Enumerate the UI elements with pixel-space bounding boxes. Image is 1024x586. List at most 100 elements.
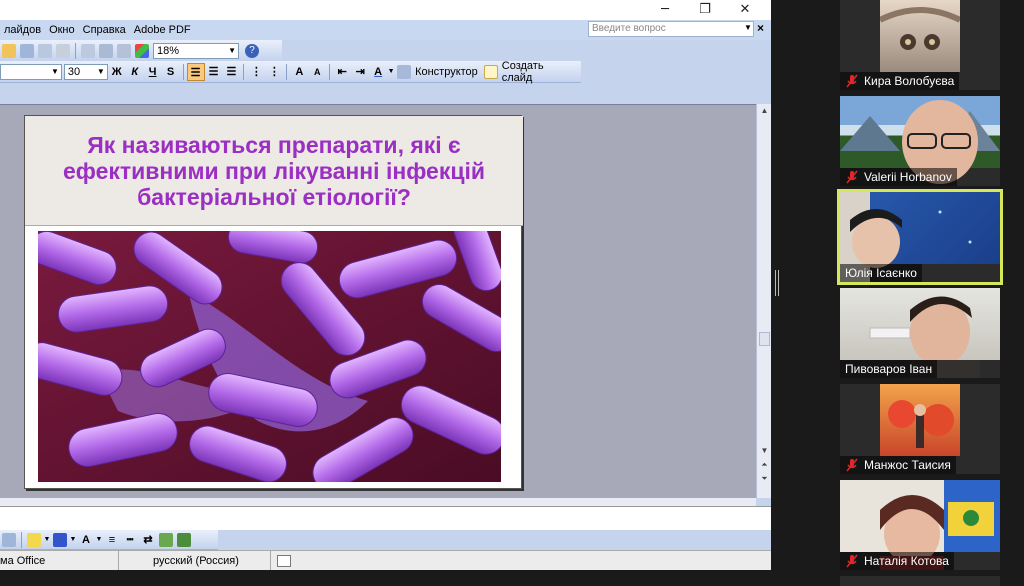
standard-toolbar: 18% ▼ ? bbox=[0, 40, 282, 62]
window-bottom-edge bbox=[0, 570, 771, 586]
participant-name: Пивоваров Іван bbox=[845, 362, 933, 376]
align-left-button[interactable]: ☰ bbox=[186, 62, 205, 81]
participant-tile[interactable]: Valerii Horbanov bbox=[840, 96, 1000, 186]
notes-pane[interactable] bbox=[0, 506, 771, 530]
participant-namebar: Юлія Ісаєнко bbox=[840, 264, 922, 282]
increase-indent-button[interactable]: ⇥ bbox=[351, 63, 369, 81]
align-center-button[interactable]: ☰ bbox=[205, 63, 223, 81]
chevron-down-icon[interactable]: ▼ bbox=[387, 63, 395, 81]
expand-icon[interactable] bbox=[81, 43, 95, 58]
participant-name: Манжос Таисия bbox=[864, 458, 951, 472]
participant-namebar: Valerii Horbanov bbox=[840, 168, 957, 186]
zoom-select[interactable]: 18% ▼ bbox=[153, 42, 239, 59]
participant-video bbox=[878, 0, 962, 72]
toolbar-separator bbox=[329, 63, 331, 80]
font-name-select[interactable]: ▼ bbox=[0, 63, 62, 80]
menu-help[interactable]: Справка bbox=[79, 24, 130, 36]
3d-style-icon[interactable] bbox=[177, 532, 191, 547]
chevron-down-icon: ▼ bbox=[96, 66, 105, 76]
menu-window[interactable]: Окно bbox=[45, 24, 79, 36]
participant-tile-active-speaker[interactable]: Юлія Ісаєнко bbox=[840, 192, 1000, 282]
shadow-style-icon[interactable] bbox=[159, 532, 173, 547]
grow-font-button[interactable]: A bbox=[290, 63, 308, 81]
toolbar-separator bbox=[75, 42, 76, 59]
line-color-icon[interactable] bbox=[53, 532, 67, 547]
shrink-font-button[interactable]: A bbox=[308, 63, 326, 81]
toolbar-separator bbox=[243, 63, 245, 80]
bold-button[interactable]: Ж bbox=[108, 63, 126, 81]
underline-button[interactable]: Ч bbox=[144, 63, 162, 81]
participant-tile[interactable]: Наталія Котова bbox=[840, 480, 1000, 570]
help-search-input[interactable]: Введите вопрос bbox=[588, 21, 754, 37]
arrow-style-icon[interactable]: ⇄ bbox=[139, 531, 157, 549]
slide-title-area: Як називаються препарати, які є ефективн… bbox=[25, 116, 523, 226]
avatar bbox=[888, 400, 954, 448]
status-theme: ма Office bbox=[0, 555, 46, 567]
close-button[interactable]: ✕ bbox=[725, 0, 765, 20]
spellcheck-icon[interactable] bbox=[277, 555, 291, 567]
dash-style-icon[interactable]: ┅ bbox=[121, 531, 139, 549]
participant-video bbox=[840, 288, 1000, 378]
designer-button[interactable]: Конструктор bbox=[413, 66, 482, 78]
slide-title[interactable]: Як називаються препарати, які є ефективн… bbox=[31, 132, 517, 210]
new-slide-icon[interactable] bbox=[483, 64, 498, 79]
slide-title-line: бактеріальної етіології? bbox=[137, 184, 411, 210]
menu-adobe-pdf[interactable]: Adobe PDF bbox=[130, 24, 195, 36]
font-color-icon[interactable]: A bbox=[77, 531, 95, 549]
bacteria-image[interactable] bbox=[38, 231, 501, 482]
scroll-down-icon[interactable]: ▼ bbox=[757, 444, 771, 458]
window-controls: ─ ❐ ✕ bbox=[645, 0, 765, 20]
shadow-button[interactable]: S bbox=[162, 63, 180, 81]
participant-tile[interactable]: Кира Волобуєва bbox=[840, 0, 1000, 90]
table-icon[interactable] bbox=[20, 43, 34, 58]
formatting-icon[interactable] bbox=[99, 43, 113, 58]
help-icon[interactable]: ? bbox=[245, 43, 259, 58]
minimize-button[interactable]: ─ bbox=[645, 0, 685, 20]
line-style-icon[interactable]: ≡ bbox=[103, 531, 121, 549]
fill-color-icon[interactable] bbox=[27, 532, 41, 547]
numbered-list-button[interactable]: ⋮ bbox=[247, 63, 265, 81]
font-size-value: 30 bbox=[67, 65, 81, 78]
decrease-indent-button[interactable]: ⇤ bbox=[333, 63, 351, 81]
scroll-thumb[interactable] bbox=[759, 332, 770, 346]
grid-icon[interactable] bbox=[117, 43, 131, 58]
vertical-scrollbar[interactable]: ▲ ▼ ⏶ ⏷ bbox=[756, 104, 771, 498]
participant-tile[interactable] bbox=[840, 576, 1000, 586]
maximize-button[interactable]: ❐ bbox=[685, 0, 725, 20]
participant-name: Наталія Котова bbox=[864, 554, 949, 568]
participant-tile[interactable]: Пивоваров Іван bbox=[840, 288, 1000, 378]
italic-button[interactable]: К bbox=[126, 63, 144, 81]
designer-icon[interactable] bbox=[397, 64, 412, 79]
participant-video bbox=[840, 480, 1000, 570]
clipart-icon[interactable] bbox=[56, 43, 70, 58]
chevron-down-icon[interactable]: ▼ bbox=[69, 531, 77, 549]
participant-tile[interactable]: Манжос Таисия bbox=[840, 384, 1000, 474]
toolbar-separator bbox=[21, 531, 22, 548]
slide-canvas[interactable]: Як називаються препарати, які є ефективн… bbox=[24, 115, 523, 489]
help-close-button[interactable]: × bbox=[757, 21, 764, 35]
select-icon[interactable] bbox=[2, 532, 16, 547]
bulleted-list-button[interactable]: ⋮ bbox=[265, 63, 283, 81]
next-slide-icon[interactable]: ⏷ bbox=[757, 472, 771, 486]
status-bar: ма Office русский (Россия) bbox=[0, 550, 771, 571]
previous-slide-icon[interactable]: ⏶ bbox=[757, 458, 771, 472]
scroll-up-icon[interactable]: ▲ bbox=[757, 104, 771, 118]
chart-icon[interactable] bbox=[38, 43, 52, 58]
font-color-button[interactable]: A bbox=[369, 63, 387, 81]
horizontal-scrollbar[interactable] bbox=[0, 498, 756, 506]
folder-icon[interactable] bbox=[2, 43, 16, 58]
new-slide-button[interactable]: Создать слайд bbox=[500, 60, 581, 84]
status-language[interactable]: русский (Россия) bbox=[153, 555, 239, 567]
chevron-down-icon[interactable]: ▼ bbox=[43, 531, 51, 549]
menu-slideshow[interactable]: лайдов bbox=[0, 24, 45, 36]
toolbar-separator bbox=[182, 63, 184, 80]
font-size-select[interactable]: 30 ▼ bbox=[63, 63, 108, 80]
align-right-button[interactable]: ☰ bbox=[222, 63, 240, 81]
chevron-down-icon[interactable]: ▼ bbox=[95, 531, 103, 549]
chevron-down-icon[interactable]: ▼ bbox=[744, 23, 752, 32]
muted-mic-icon bbox=[845, 458, 859, 472]
color-icon[interactable] bbox=[135, 43, 149, 58]
drawing-toolbar: ▼ ▼ A ▼ ≡ ┅ ⇄ bbox=[0, 530, 218, 550]
panel-splitter[interactable] bbox=[775, 270, 779, 296]
participant-name: Valerii Horbanov bbox=[864, 170, 952, 184]
